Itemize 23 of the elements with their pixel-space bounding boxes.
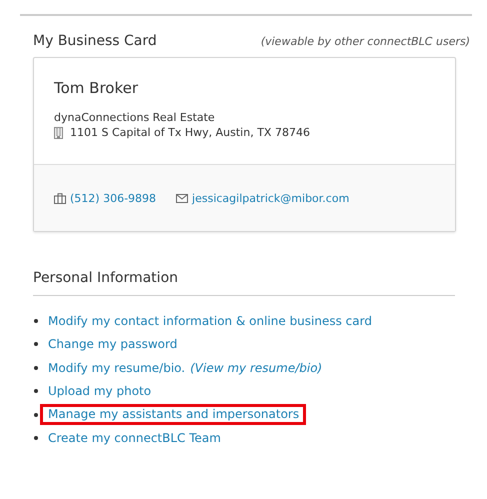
bullet-icon [34,366,38,370]
settings-link[interactable]: Create my connectBLC Team [48,431,221,446]
settings-link[interactable]: Manage my assistants and impersonators [48,407,300,422]
bullet-icon [34,342,38,346]
section-title: Personal Information [33,270,180,286]
settings-link[interactable]: Change my password [48,337,178,352]
phone-link[interactable]: (512) 306-9898 [70,192,156,204]
company-name: dynaConnections Real Estate [54,111,216,124]
email-link[interactable]: jessicagilpatrick@mibor.com [192,192,350,204]
bullet-icon [34,412,38,417]
visibility-note: (viewable by other connectBLC users) [260,35,470,48]
address-text: 1101 S Capital of Tx Hwy, Austin, TX 78746 [70,126,310,139]
bullet-icon [34,436,38,440]
building-icon [54,126,63,138]
mail-icon [176,194,188,202]
person-name: Tom Broker [54,79,140,97]
view-resume-link[interactable]: (View my resume/bio) [190,360,322,375]
settings-link[interactable]: Upload my photo [48,384,152,398]
settings-link[interactable]: Modify my resume/bio. [48,360,186,375]
bullet-icon [34,389,38,394]
settings-link[interactable]: Modify my contact information & online business card [48,314,372,328]
bullet-icon [34,318,38,323]
section-title: My Business Card [33,33,157,49]
